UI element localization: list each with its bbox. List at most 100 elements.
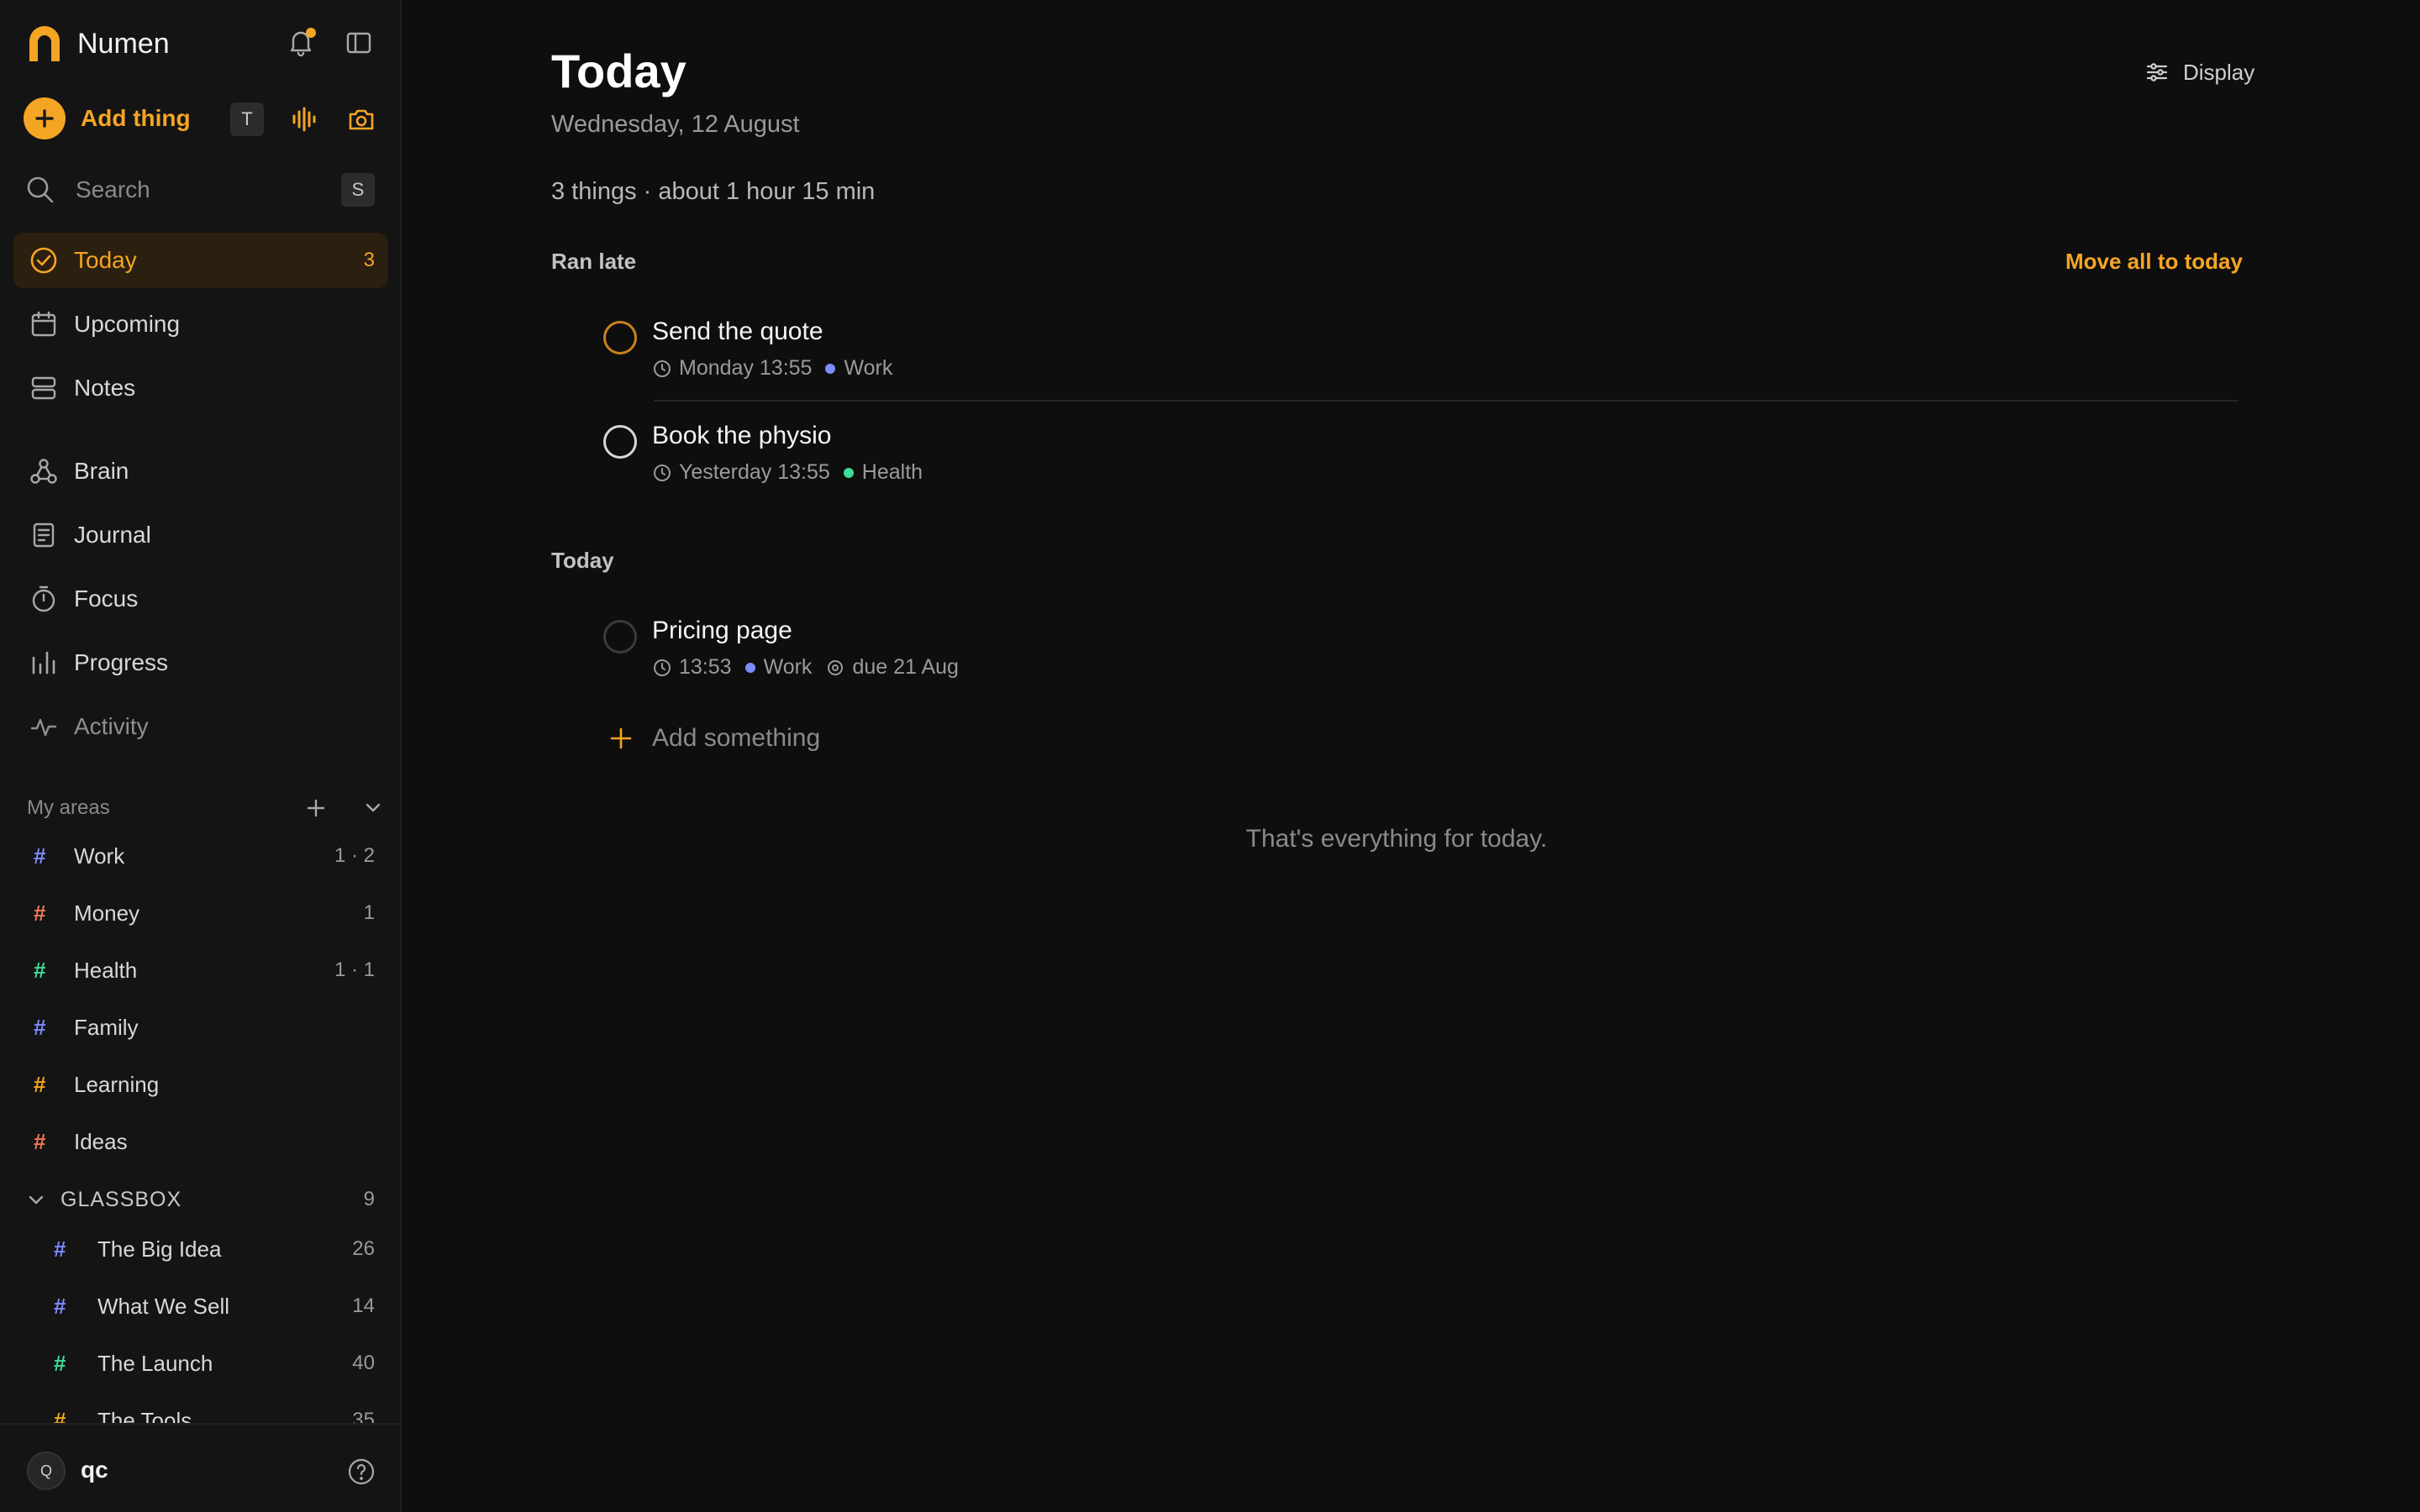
section-today: Today (551, 548, 614, 573)
voice-waveform-icon[interactable] (289, 104, 319, 134)
task-checkbox[interactable] (603, 321, 637, 354)
sub-area-what-we-sell[interactable]: # What We Sell 14 (54, 1288, 375, 1325)
help-icon[interactable] (346, 1457, 376, 1487)
nav-item-brain[interactable]: Brain (13, 444, 388, 499)
search-shortcut-key: S (341, 173, 375, 207)
nav-item-progress[interactable]: Progress (13, 635, 388, 690)
area-group-glassbox[interactable]: GLASSBOX 9 (27, 1181, 375, 1218)
nav-item-activity[interactable]: Activity (13, 699, 388, 754)
task-area: Work (763, 655, 813, 679)
check-circle-icon (30, 247, 57, 274)
task-checkbox[interactable] (603, 425, 637, 459)
hash-icon: # (34, 1014, 46, 1040)
area-item-ideas[interactable]: # Ideas (34, 1123, 375, 1160)
area-label: The Launch (97, 1350, 213, 1376)
calendar-icon (31, 311, 56, 337)
area-count: 35 (352, 1409, 375, 1423)
sub-area-the-tools[interactable]: # The Tools 35 (54, 1402, 375, 1424)
nav-item-upcoming[interactable]: Upcoming (13, 297, 388, 352)
area-label: Ideas (74, 1128, 128, 1154)
task-meta: Yesterday 13:55 Health (652, 460, 923, 485)
sliders-icon (2146, 63, 2168, 81)
group-count: 9 (363, 1188, 375, 1210)
hash-icon: # (34, 1128, 46, 1154)
chevron-down-icon[interactable] (361, 796, 385, 820)
area-count: 14 (352, 1294, 375, 1317)
sidebar-scroll-area[interactable]: Numen Add thing T Search S Today 3 Upcom… (0, 0, 402, 1423)
page-summary: 3 things · about 1 hour 15 min (551, 178, 876, 205)
target-icon (828, 659, 844, 675)
area-label: The Big Idea (97, 1236, 222, 1262)
plus-icon (610, 727, 632, 749)
notification-badge (306, 28, 316, 38)
nav-item-notes[interactable]: Notes (13, 360, 388, 416)
task-due: due 21 Aug (852, 655, 959, 679)
avatar[interactable]: Q (27, 1452, 66, 1490)
display-button[interactable]: Display (2144, 55, 2254, 89)
search-button[interactable]: Search S (25, 171, 375, 208)
area-dot (825, 363, 836, 374)
clock-icon (654, 659, 671, 676)
task-time: Yesterday 13:55 (679, 460, 830, 484)
area-item-work[interactable]: # Work 1 · 2 (34, 837, 375, 874)
area-label: The Tools (97, 1407, 192, 1424)
camera-icon[interactable] (346, 104, 376, 134)
area-item-money[interactable]: # Money 1 (34, 895, 375, 932)
today-count-badge: 3 (363, 249, 375, 271)
nav-item-today[interactable]: Today 3 (13, 233, 388, 288)
areas-title: My areas (27, 796, 110, 819)
area-count: 26 (352, 1237, 375, 1260)
task-title: Pricing page (652, 617, 792, 644)
sub-area-the-launch[interactable]: # The Launch 40 (54, 1345, 375, 1382)
area-label: Work (74, 843, 125, 869)
task-time: Monday 13:55 (679, 356, 813, 380)
hash-icon: # (54, 1236, 66, 1262)
clock-icon (654, 464, 671, 481)
user-name[interactable]: qc (81, 1457, 108, 1483)
hash-icon: # (34, 900, 46, 926)
nav-item-journal[interactable]: Journal (13, 507, 388, 563)
sidebar-toggle-icon[interactable] (345, 29, 373, 57)
task-checkbox[interactable] (603, 620, 637, 654)
hash-icon: # (34, 957, 46, 983)
hash-icon: # (54, 1293, 66, 1319)
task-meta: 13:53 Work due 21 Aug (652, 655, 959, 680)
add-something-button[interactable]: Add something (608, 721, 820, 756)
area-label: Family (74, 1014, 139, 1040)
hash-icon: # (54, 1350, 66, 1376)
move-all-to-today-button[interactable]: Move all to today (2065, 249, 2243, 275)
area-item-family[interactable]: # Family (34, 1009, 375, 1046)
app-logo: Numen (25, 24, 170, 64)
clock-icon (654, 360, 671, 377)
graph-icon (30, 459, 57, 484)
area-item-learning[interactable]: # Learning (34, 1066, 375, 1103)
search-icon (27, 176, 54, 203)
display-label: Display (2183, 59, 2255, 85)
sub-area-big-idea[interactable]: # The Big Idea 26 (54, 1231, 375, 1268)
app-name: Numen (77, 27, 170, 60)
nav-label: Focus (74, 585, 139, 612)
nav-item-focus[interactable]: Focus (13, 571, 388, 627)
area-item-health[interactable]: # Health 1 · 1 (34, 952, 375, 989)
add-area-plus-icon[interactable] (304, 796, 328, 820)
nav-label: Brain (74, 458, 129, 484)
task-area: Health (861, 460, 923, 484)
nav-label: Progress (74, 649, 169, 675)
search-label: Search (76, 176, 150, 202)
journal-icon (33, 522, 55, 548)
notes-icon (31, 376, 56, 400)
nav-label: Notes (74, 375, 136, 401)
activity-icon (30, 718, 57, 737)
task-title: Send the quote (652, 318, 823, 345)
nav-label: Journal (74, 522, 151, 548)
add-something-label: Add something (652, 724, 821, 752)
area-count: 40 (352, 1352, 375, 1374)
add-thing-label: Add thing (81, 105, 191, 131)
nav-label: Today (74, 247, 137, 273)
area-count: 1 (363, 901, 375, 924)
area-label: Money (74, 900, 140, 926)
add-thing-button[interactable]: Add thing (24, 97, 191, 139)
task-title: Book the physio (652, 422, 832, 449)
hash-icon: # (34, 843, 46, 869)
nav-label: Upcoming (74, 311, 181, 337)
